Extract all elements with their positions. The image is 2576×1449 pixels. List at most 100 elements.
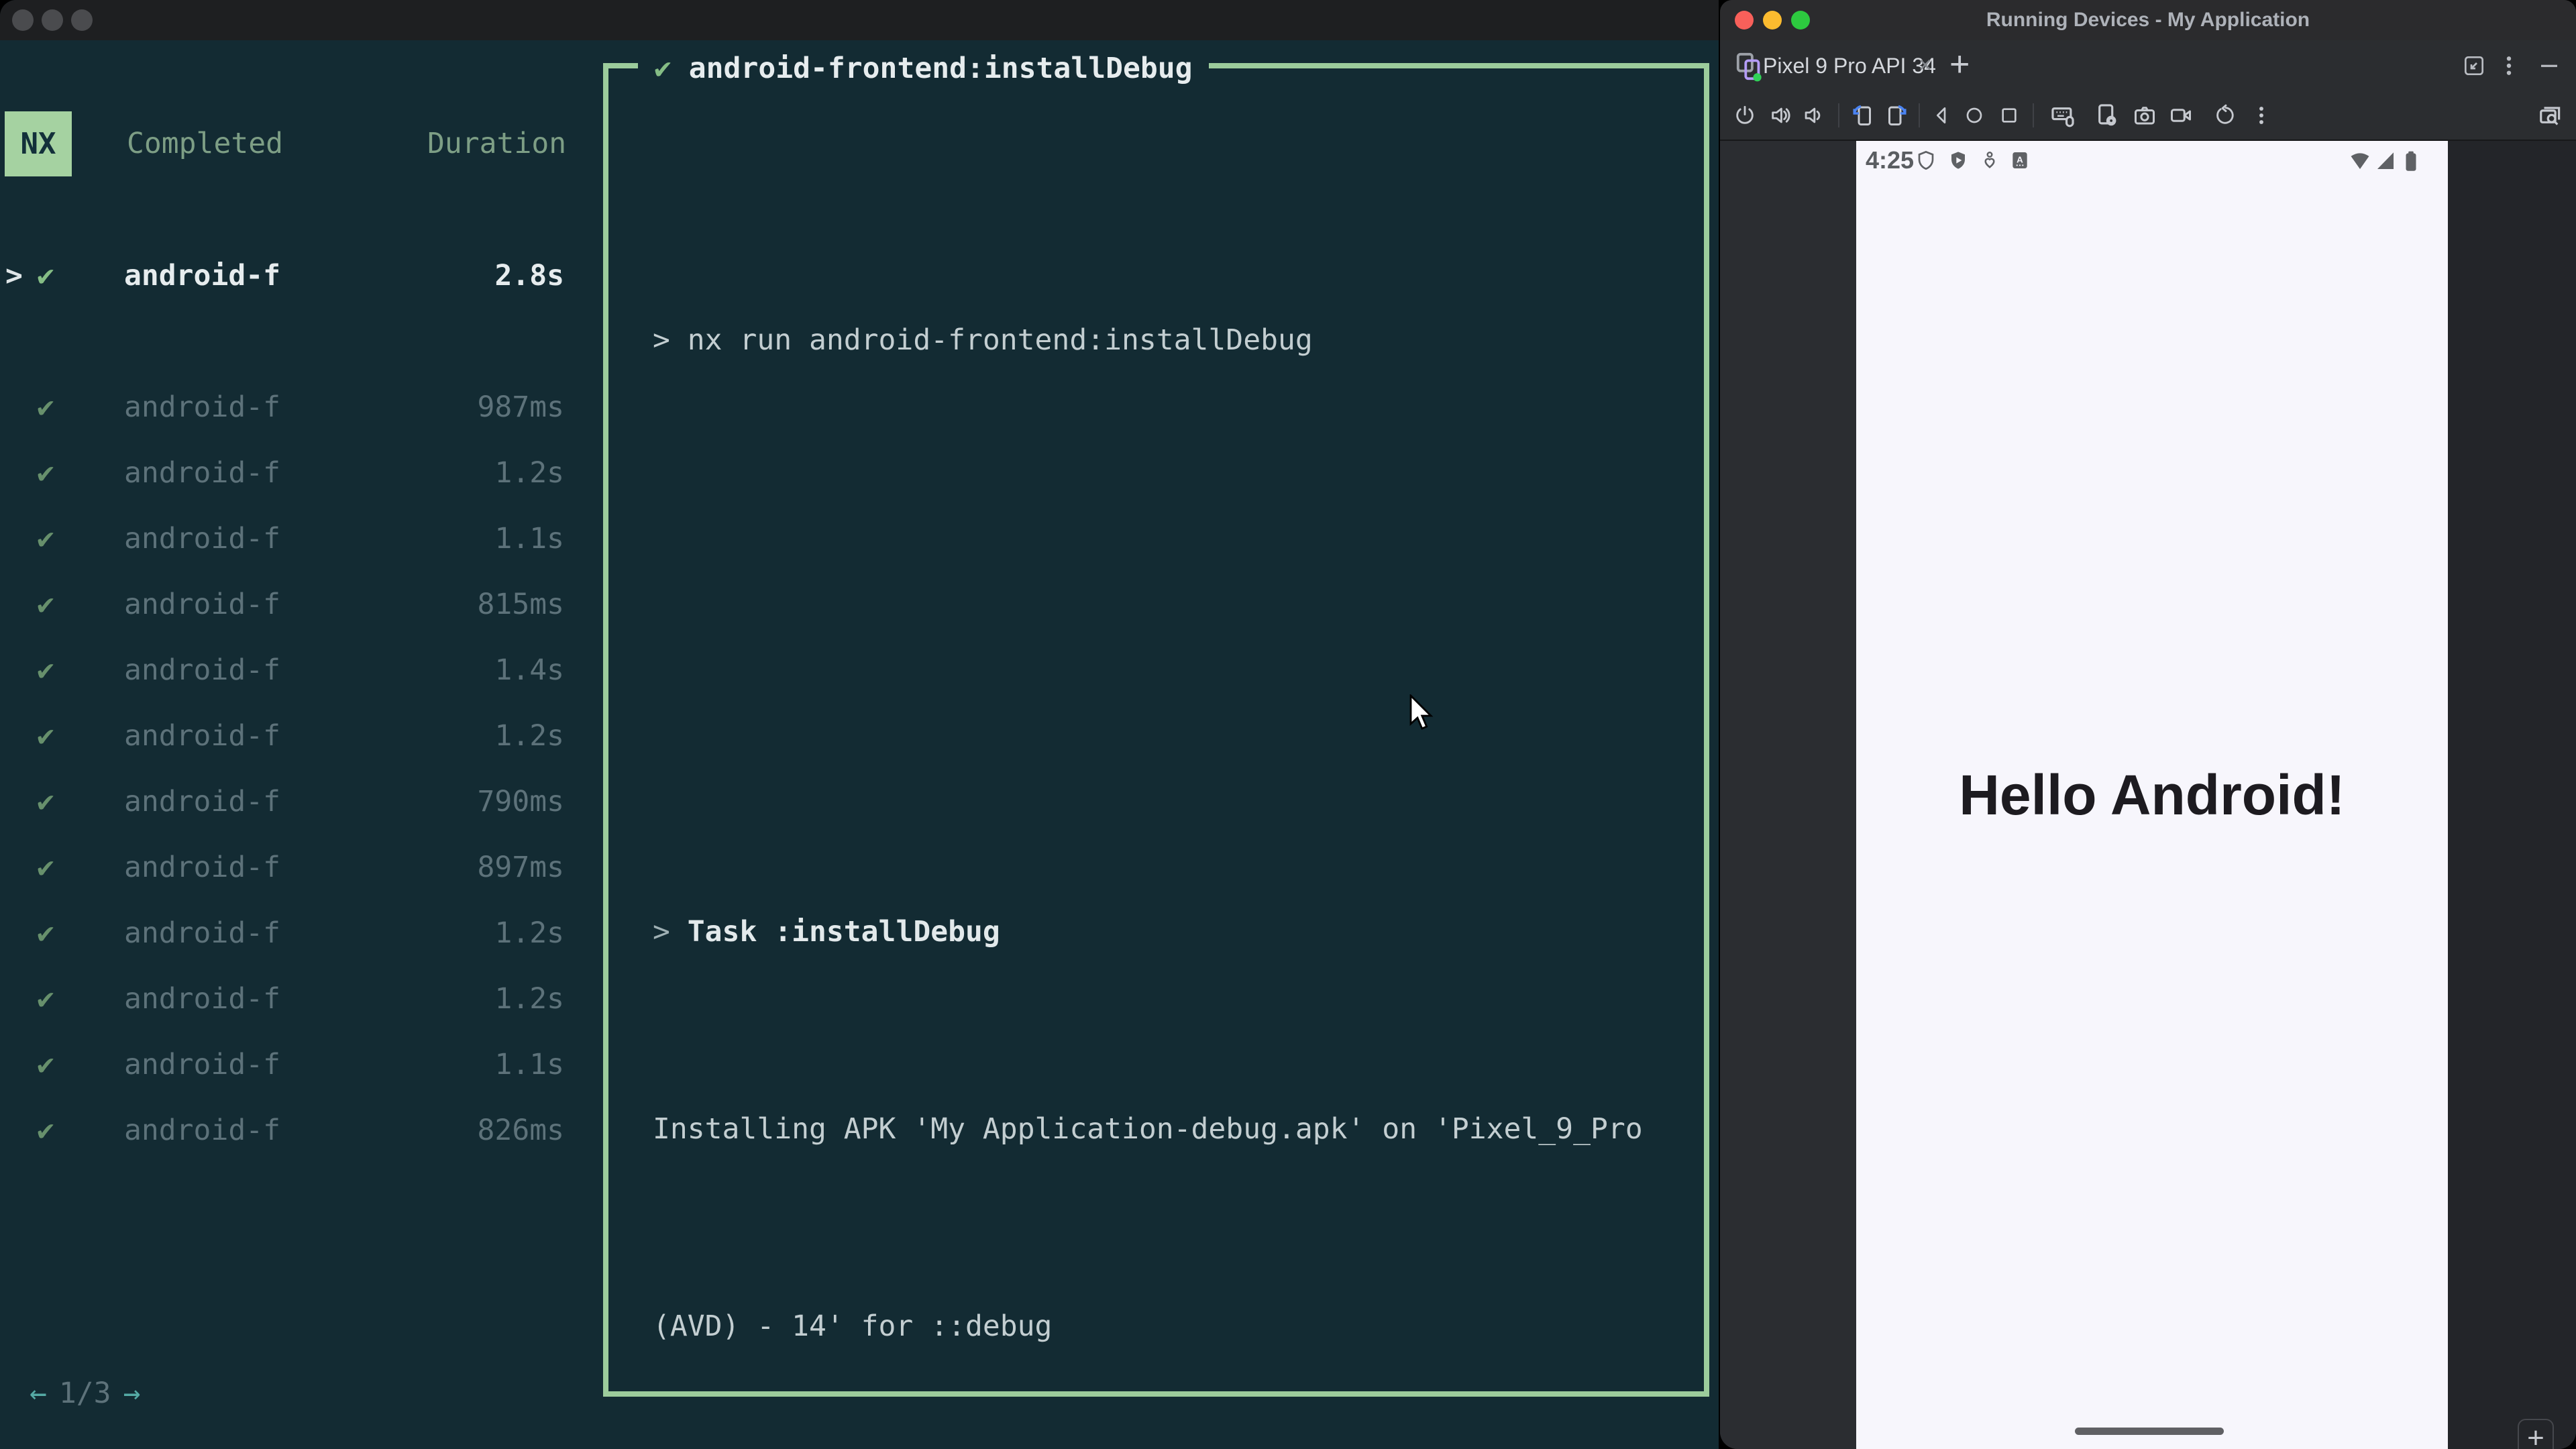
- screen-zoom-icon[interactable]: [2536, 101, 2565, 130]
- check-icon: ✔: [654, 52, 672, 85]
- task-name: android-f: [124, 916, 280, 950]
- back-icon[interactable]: [1927, 101, 1957, 130]
- task-output-title: ✔ android-frontend:installDebug: [638, 45, 1209, 92]
- task-duration: 1.2s: [494, 916, 564, 950]
- desktop: NX Completed Duration > ✔ android-f 2.8s…: [0, 0, 2576, 1449]
- volume-down-icon[interactable]: [1798, 101, 1827, 130]
- page-indicator: 1/3: [58, 1377, 111, 1410]
- task-duration: 987ms: [477, 390, 564, 424]
- minimize-button[interactable]: [1763, 11, 1782, 30]
- task-name: android-f: [124, 785, 280, 818]
- check-icon: ✔: [37, 1048, 54, 1081]
- task-row-selected[interactable]: > ✔ android-f 2.8s: [0, 243, 584, 309]
- device-tab-icon: [1736, 52, 1762, 82]
- check-icon: ✔: [37, 522, 54, 555]
- column-header-completed: Completed: [127, 127, 283, 160]
- window-close-button[interactable]: [12, 9, 34, 31]
- rotate-left-icon[interactable]: [1848, 101, 1878, 130]
- mouse-cursor: [1409, 694, 1434, 730]
- emulator-content-area: 4:25 A Hello Android! + − 1:1: [1720, 141, 2576, 1449]
- rotate-right-icon[interactable]: [1882, 101, 1911, 130]
- overview-icon[interactable]: [1994, 101, 2024, 130]
- task-duration: 897ms: [477, 851, 564, 884]
- task-row[interactable]: ✔ android-f 897ms: [0, 835, 584, 900]
- reset-icon[interactable]: [2211, 101, 2241, 130]
- task-row[interactable]: ✔ android-f 987ms: [0, 374, 584, 440]
- maximize-button[interactable]: [1791, 11, 1810, 30]
- task-row[interactable]: ✔ android-f 1.1s: [0, 506, 584, 572]
- close-button[interactable]: [1735, 11, 1754, 30]
- task-duration: 790ms: [477, 785, 564, 818]
- command-line: > nx run android-frontend:installDebug: [653, 323, 1313, 357]
- check-icon: ✔: [37, 259, 54, 292]
- window-minimize-button[interactable]: [42, 9, 63, 31]
- screenshot-icon[interactable]: [2130, 101, 2159, 130]
- task-duration: 815ms: [477, 588, 564, 621]
- task-row[interactable]: ✔ android-f 1.2s: [0, 703, 584, 769]
- task-name: android-f: [124, 653, 280, 687]
- emulator-screen[interactable]: 4:25 A Hello Android!: [1856, 141, 2448, 1449]
- status-time: 4:25: [1866, 146, 1915, 174]
- task-row[interactable]: ✔ android-f 1.1s: [0, 1032, 584, 1097]
- task-row[interactable]: ✔ android-f 815ms: [0, 572, 584, 637]
- check-icon: ✔: [37, 916, 54, 950]
- studio-titlebar[interactable]: Running Devices - My Application: [1720, 0, 2576, 40]
- window-zoom-button[interactable]: [71, 9, 93, 31]
- prev-page-arrow[interactable]: ←: [30, 1377, 47, 1410]
- task-row[interactable]: ✔ android-f 790ms: [0, 769, 584, 835]
- task-duration: 1.2s: [494, 719, 564, 753]
- check-icon: ✔: [37, 390, 54, 424]
- device-toolbar: [1720, 91, 2576, 141]
- task-row[interactable]: ✔ android-f 1.2s: [0, 900, 584, 966]
- task-name: android-f: [124, 851, 280, 884]
- shield-outline-icon: [1918, 150, 1934, 170]
- task-name: android-f: [124, 522, 280, 555]
- check-icon: ✔: [37, 982, 54, 1016]
- check-icon: ✔: [37, 588, 54, 621]
- volume-up-icon[interactable]: [1766, 101, 1795, 130]
- hello-android-text: Hello Android!: [1959, 763, 2345, 826]
- task-row[interactable]: ✔ android-f 1.2s: [0, 966, 584, 1032]
- device-settings-icon[interactable]: [2092, 101, 2121, 130]
- install-line-1: Installing APK 'My Application-debug.apk…: [653, 1112, 1643, 1146]
- emulator-side-panel: [1720, 141, 1856, 1449]
- task-name: android-f: [124, 588, 280, 621]
- task-row[interactable]: ✔ android-f 826ms: [0, 1097, 584, 1163]
- more-vertical-icon[interactable]: [2498, 55, 2520, 76]
- record-icon[interactable]: [2166, 101, 2196, 130]
- task-header-line: > Task :installDebug: [653, 915, 1000, 949]
- check-icon: ✔: [37, 719, 54, 753]
- column-header-duration: Duration: [427, 127, 567, 160]
- zoom-controls: + − 1:1: [2518, 1419, 2554, 1449]
- check-icon: ✔: [37, 653, 54, 687]
- shield-play-icon: [1951, 152, 1965, 169]
- battery-icon: [2406, 151, 2416, 171]
- toolbar-separator: [1919, 103, 1920, 127]
- toolbar-separator: [2033, 103, 2034, 127]
- power-icon[interactable]: [1730, 101, 1760, 130]
- task-name: android-f: [124, 719, 280, 753]
- input-icon[interactable]: [2048, 101, 2078, 130]
- svg-text:A: A: [2017, 154, 2023, 164]
- home-icon[interactable]: [1960, 101, 1989, 130]
- more-vertical-icon[interactable]: [2247, 101, 2276, 130]
- task-name: android-f: [124, 982, 280, 1016]
- tab-pixel-9-pro[interactable]: Pixel 9 Pro API 34 ×: [1720, 40, 1951, 91]
- task-row[interactable]: ✔ android-f 1.2s: [0, 440, 584, 506]
- wifi-icon: [2351, 153, 2369, 170]
- dock-window-icon[interactable]: [2463, 55, 2485, 76]
- gesture-bar[interactable]: [2075, 1428, 2224, 1435]
- zoom-in-button[interactable]: +: [2519, 1421, 2553, 1449]
- tab-close-icon[interactable]: ×: [1919, 40, 1932, 91]
- hide-icon[interactable]: [2537, 55, 2561, 76]
- task-duration: 1.2s: [494, 456, 564, 490]
- task-row[interactable]: ✔ android-f 1.4s: [0, 637, 584, 703]
- new-tab-button[interactable]: +: [1949, 40, 1970, 91]
- task-duration: 1.4s: [494, 653, 564, 687]
- toolbar-separator: [1838, 103, 1839, 127]
- task-name: android-f: [124, 1114, 280, 1147]
- install-line-2: (AVD) - 14' for ::debug: [653, 1309, 1053, 1343]
- task-name: android-f: [124, 259, 280, 292]
- terminal-titlebar[interactable]: [0, 0, 1719, 40]
- next-page-arrow[interactable]: →: [123, 1377, 141, 1410]
